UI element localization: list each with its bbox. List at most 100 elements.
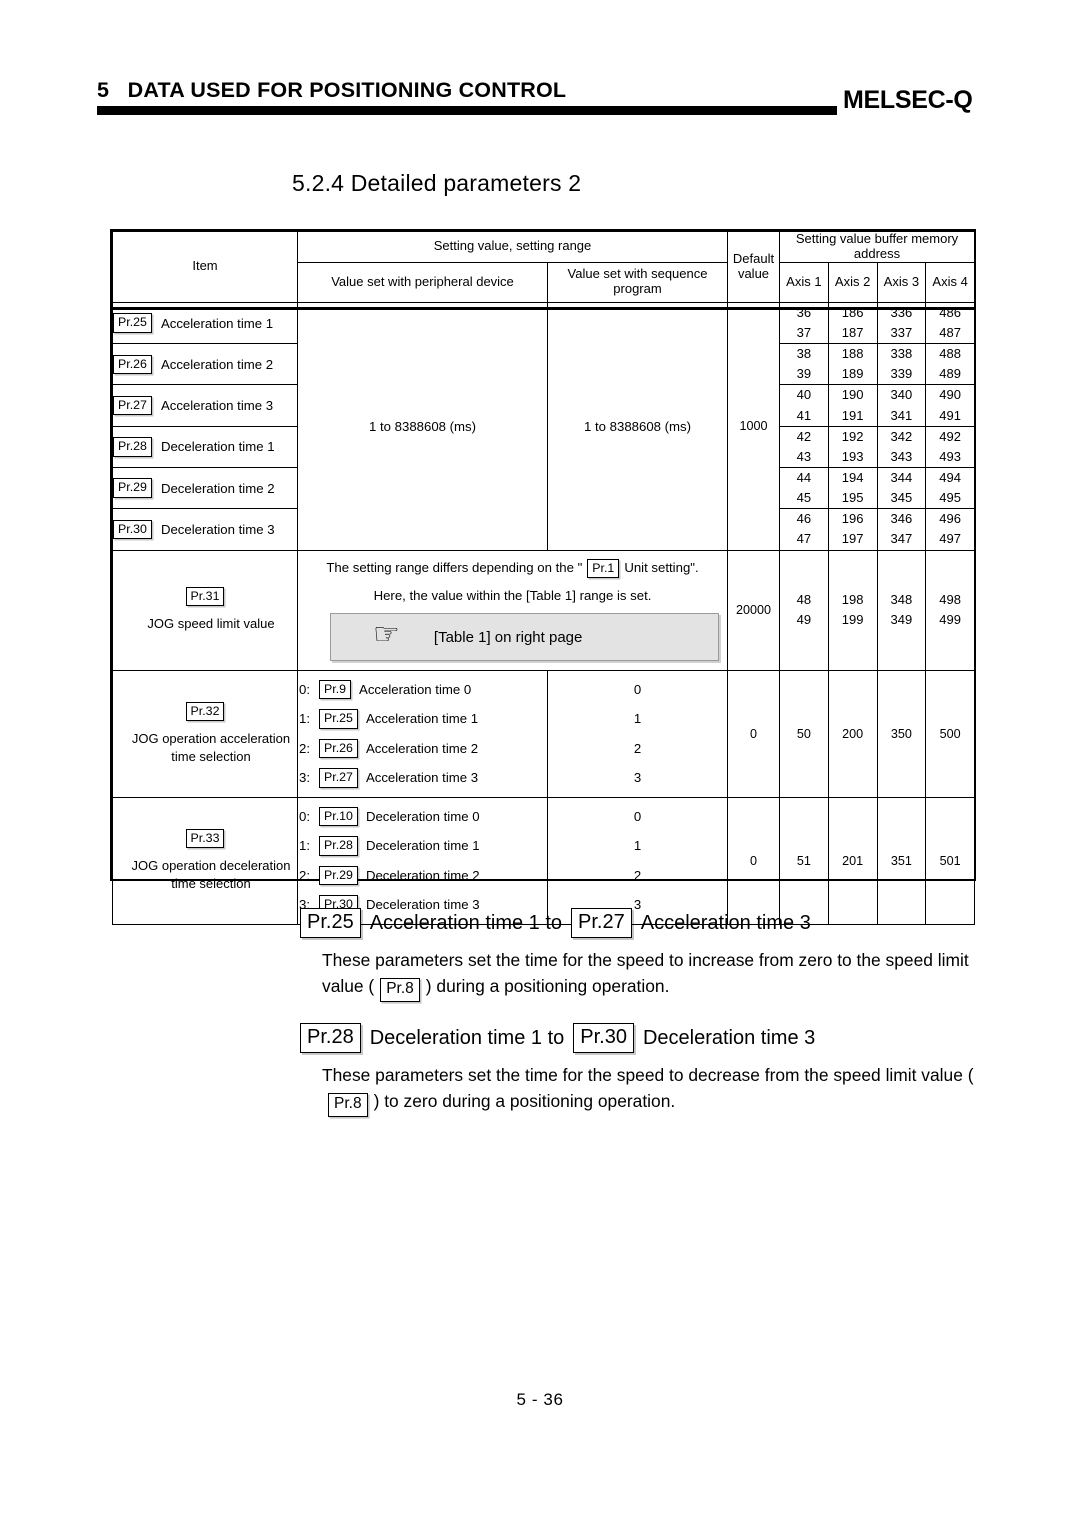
item-cell-pr32: Pr.32 JOG operation acceleration time se… <box>112 669 298 798</box>
addr-value: 47 <box>796 531 812 547</box>
pr31-description: The setting range differs depending on t… <box>297 549 728 671</box>
addr-axis3: 342 343 <box>876 425 927 469</box>
pr31-desc-line-2: Here, the value within the [Table 1] ran… <box>373 588 652 604</box>
item-label: Deceleration time 2 <box>160 480 275 496</box>
pr-token: Pr.25 <box>113 313 152 333</box>
addr-value: 194 <box>841 470 864 485</box>
addr-value: 39 <box>796 366 812 382</box>
pr-token: Pr.8 <box>328 1093 368 1117</box>
item-label: Deceleration time 1 <box>160 439 275 455</box>
explanation-acceleration: Pr.25 Acceleration time 1 to Pr.27 Accel… <box>300 908 1000 1002</box>
option-row: 2: Pr.29 Deceleration time 2 <box>298 861 547 891</box>
option-label: Acceleration time 0 <box>359 681 472 697</box>
pr-token: Pr.28 <box>319 836 358 856</box>
explanation-body-b: ) to zero during a positioning operation… <box>373 1091 676 1112</box>
item-cell-pr29: Pr.29 Deceleration time 2 <box>112 466 298 510</box>
addr-axis1: 36 37 <box>779 301 829 345</box>
pr-token: Pr.28 <box>300 1023 361 1053</box>
addr-value: 489 <box>939 366 961 382</box>
pr31-desc-text-b: Unit setting". <box>624 559 699 575</box>
option-index: 1: <box>299 838 310 854</box>
addr-axis3: 336 337 <box>876 301 927 345</box>
addr-value: 492 <box>939 428 961 444</box>
addr-axis3: 344 345 <box>876 466 927 510</box>
pr-token: Pr.29 <box>319 865 358 885</box>
option-row: 0: Pr.9 Acceleration time 0 <box>298 675 547 705</box>
option-row: 1: Pr.25 Acceleration time 1 <box>298 704 547 734</box>
addr-value: 48 <box>796 591 812 607</box>
addr-value: 42 <box>796 428 812 444</box>
range-sequence: 1 to 8388608 (ms) <box>547 301 728 551</box>
addr-value: 490 <box>939 387 961 403</box>
addr-axis4: 500 <box>925 669 976 798</box>
addr-axis4: 494 495 <box>925 466 976 510</box>
header-buffer-memory-group: Setting value buffer memory address <box>778 231 976 263</box>
addr-value: 487 <box>939 325 961 341</box>
pr-token: Pr.31 <box>185 587 225 607</box>
addr-axis2: 196 197 <box>827 508 878 551</box>
addr-value: 488 <box>939 346 961 362</box>
addr-axis2: 194 195 <box>827 466 878 510</box>
addr-axis4: 496 497 <box>925 508 976 551</box>
addr-value: 344 <box>890 470 913 485</box>
item-label: JOG speed limit value <box>147 616 275 632</box>
addr-axis1: 42 43 <box>779 425 829 469</box>
option-row: 2: Pr.26 Acceleration time 2 <box>298 734 547 764</box>
addr-axis3: 351 <box>876 796 927 925</box>
addr-value: 493 <box>939 448 961 464</box>
explanation-body: These parameters set the time for the sp… <box>322 947 1000 1002</box>
explanation-body-b: ) during a positioning operation. <box>425 976 670 997</box>
addr-value: 343 <box>890 448 913 464</box>
pr-token: Pr.27 <box>113 395 152 416</box>
option-index: 0: <box>299 808 310 824</box>
pr-token: Pr.26 <box>113 354 152 374</box>
addr-value: 347 <box>890 531 913 547</box>
item-label: Acceleration time 2 <box>160 356 274 372</box>
addr-value: 497 <box>939 531 961 547</box>
item-label: JOG operation acceleration time selectio… <box>131 731 291 764</box>
addr-value: 345 <box>890 490 913 506</box>
option-row: 0: Pr.10 Deceleration time 0 <box>298 802 547 832</box>
default-value-pr33: 0 <box>727 796 780 925</box>
pointing-hand-icon: ☞ <box>373 618 400 652</box>
addr-axis3: 350 <box>876 669 927 798</box>
page-header: 5 DATA USED FOR POSITIONING CONTROL MELS… <box>0 0 1080 140</box>
option-value: 1 <box>633 838 642 854</box>
table-row: Pr.32 JOG operation acceleration time se… <box>112 669 976 798</box>
addr-value: 38 <box>796 346 812 362</box>
addr-value: 346 <box>890 511 913 527</box>
option-label: Acceleration time 2 <box>365 740 479 756</box>
pr-token: Pr.10 <box>319 806 358 826</box>
item-cell-pr30: Pr.30 Deceleration time 3 <box>112 508 298 551</box>
header-setting-group: Setting value, setting range <box>297 231 728 263</box>
addr-value: 43 <box>796 448 812 464</box>
default-value-pr32: 0 <box>727 669 780 798</box>
option-index: 2: <box>299 740 310 756</box>
addr-axis2: 188 189 <box>827 343 878 386</box>
addr-value: 198 <box>841 591 864 607</box>
detailed-parameters-table: Item Setting value, setting range Defaul… <box>112 231 976 925</box>
addr-axis2: 192 193 <box>827 425 878 469</box>
addr-axis2: 198 199 <box>827 549 878 671</box>
header-axis-4: Axis 4 <box>925 261 976 303</box>
pr-token: Pr.27 <box>319 768 358 788</box>
addr-value: 499 <box>939 612 961 628</box>
header-sequence-program: Value set with sequence program <box>547 261 728 303</box>
pr-token: Pr.8 <box>380 978 420 1002</box>
option-value: 0 <box>633 808 642 824</box>
addr-axis1: 46 47 <box>779 508 829 551</box>
option-row: 3: Pr.27 Acceleration time 3 <box>298 763 547 793</box>
explanation-title-end: Deceleration time 3 <box>642 1026 816 1049</box>
option-value: 1 <box>633 711 642 727</box>
option-index: 1: <box>299 711 310 727</box>
addr-axis1: 44 45 <box>779 466 829 510</box>
item-cell-pr27: Pr.27 Acceleration time 3 <box>112 384 298 427</box>
addr-value: 192 <box>841 428 864 444</box>
header-rule <box>97 106 837 115</box>
option-row: 1: Pr.28 Deceleration time 1 <box>298 831 547 861</box>
option-label: Deceleration time 2 <box>365 867 480 883</box>
addr-value: 40 <box>796 387 812 403</box>
addr-axis3: 338 339 <box>876 343 927 386</box>
addr-value: 494 <box>939 470 961 485</box>
item-cell-pr26: Pr.26 Acceleration time 2 <box>112 343 298 386</box>
